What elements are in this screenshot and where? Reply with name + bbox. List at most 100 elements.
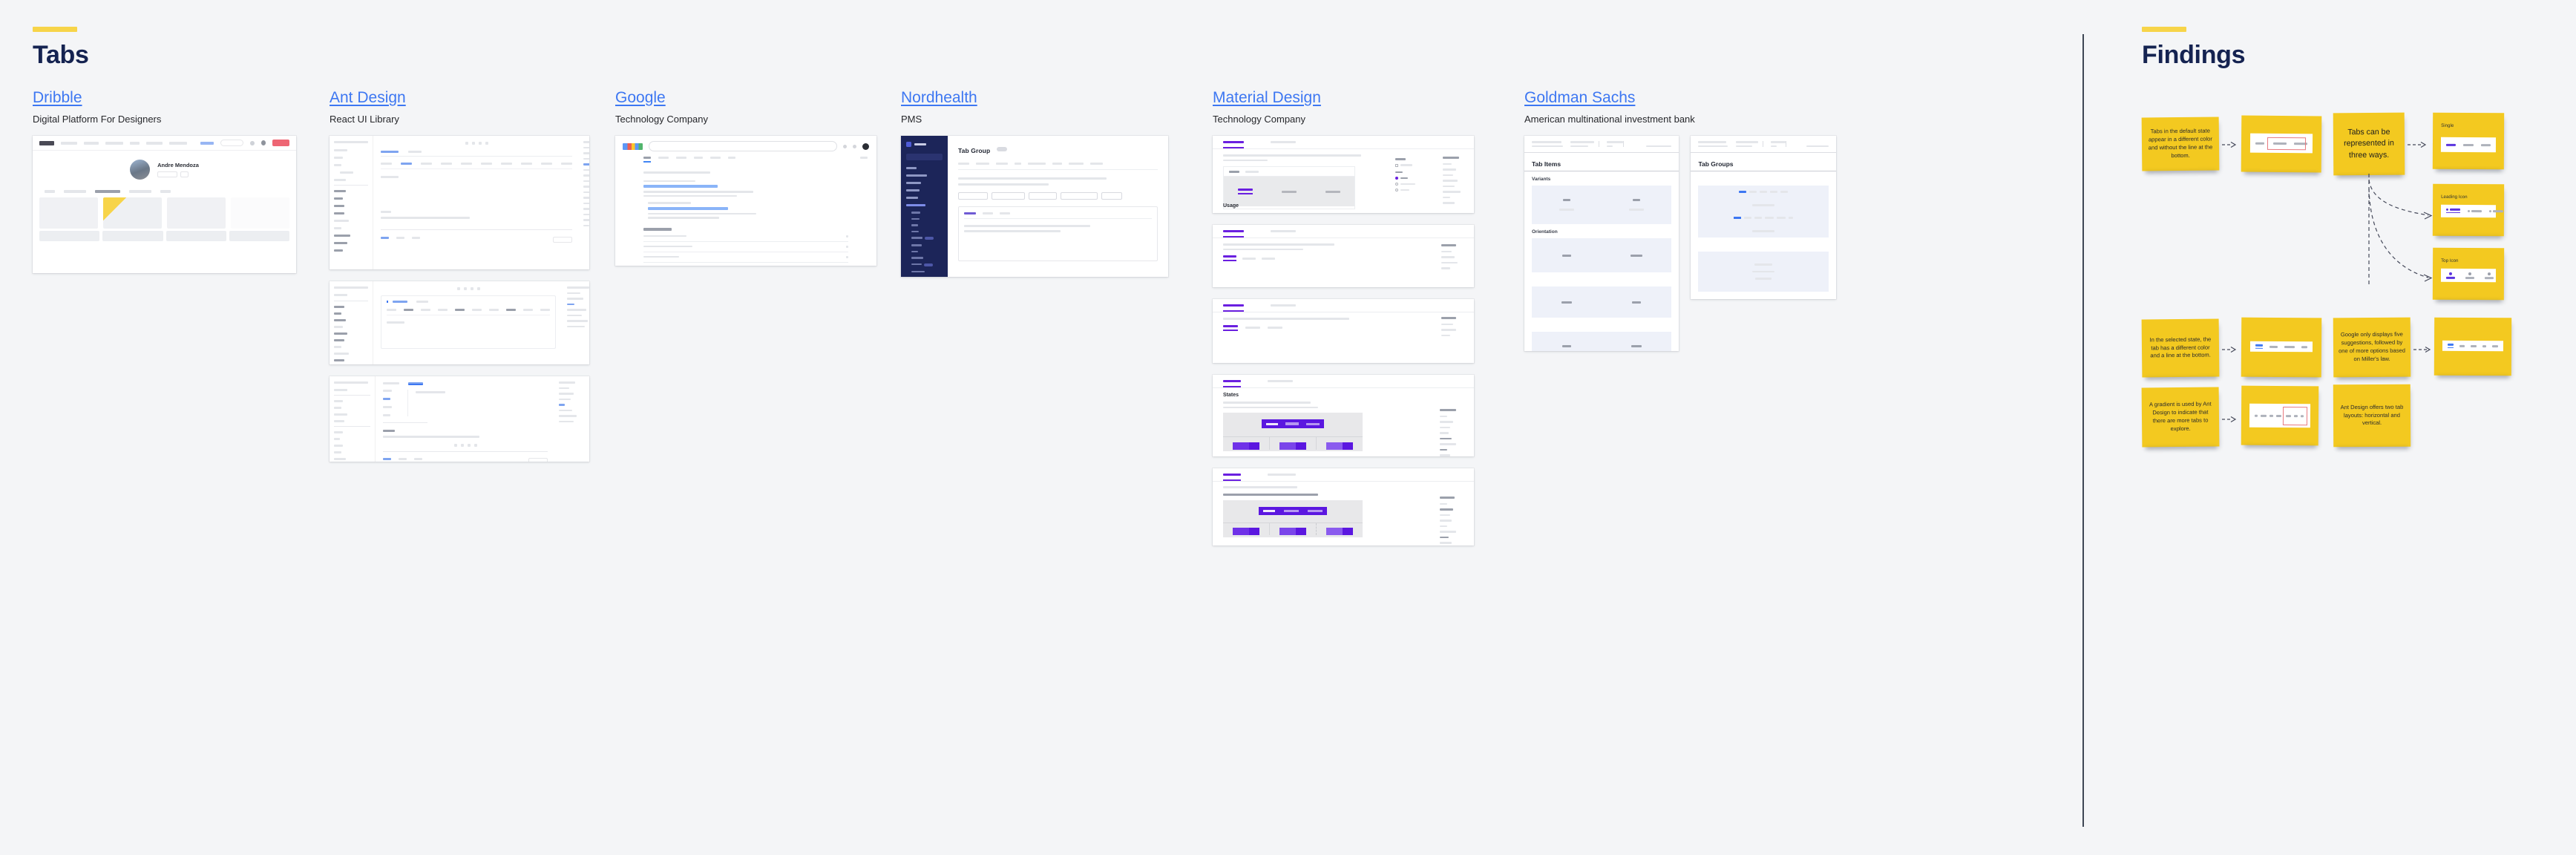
tab-example-selected: [2249, 341, 2313, 353]
material-doc-tabs[interactable]: [1213, 136, 1474, 149]
note-gradient[interactable]: A gradient is used by Ant Design to indi…: [2141, 387, 2220, 448]
link-nordhealth[interactable]: Nordhealth: [901, 89, 977, 107]
note-default-state-example[interactable]: [2241, 115, 2322, 173]
note-ant-layouts[interactable]: Ant Design offers two tab layouts: horiz…: [2333, 384, 2411, 448]
tab-example-gradient: [2249, 403, 2310, 428]
screenshot-list-goldman-sachs: Tab Items Variants Orientation Tab Group…: [1524, 136, 1836, 351]
material-props-panel: [1395, 158, 1429, 191]
screenshot-list-google: [615, 136, 901, 266]
note-miller-law-example[interactable]: [2434, 317, 2512, 376]
nordhealth-content: Tab Group: [948, 136, 1168, 277]
link-material-design[interactable]: Material Design: [1213, 89, 1321, 107]
column-ant-design: Ant Design React UI Library: [330, 89, 615, 546]
arrow-2: [2408, 141, 2428, 148]
screenshot-material-tabs-states-1[interactable]: States: [1213, 375, 1474, 456]
screenshot-ant-tabs-2[interactable]: [330, 281, 589, 364]
column-google: Google Technology Company: [615, 89, 901, 546]
screenshot-nordhealth-tab-group[interactable]: Tab Group: [901, 136, 1168, 277]
goldman-variants-label: Variants: [1532, 177, 1551, 182]
note-gradient-text: A gradient is used by Ant Design to indi…: [2149, 401, 2212, 432]
note-miller-law-text: Google only displays five suggestions, f…: [2339, 331, 2406, 362]
note-selected-state-text: In the selected state, the tab has a dif…: [2149, 335, 2212, 359]
material-tab-demo: [1223, 166, 1355, 209]
profile-name: Andre Mendoza: [157, 162, 199, 168]
ant-sidebar[interactable]: [330, 136, 373, 269]
screenshot-list-ant-design: [330, 136, 615, 462]
goldman-meta-header: [1524, 136, 1679, 153]
research-columns: Dribble Digital Platform For Designers A…: [33, 89, 1836, 546]
tab-example-default: [2249, 133, 2313, 154]
goldman-tab-groups-heading: Tab Groups: [1691, 160, 1836, 171]
google-search-bar[interactable]: [615, 136, 876, 157]
dribble-profile-body: Andre Mendoza: [33, 151, 296, 247]
note-selected-state[interactable]: In the selected state, the tab has a dif…: [2141, 318, 2220, 378]
screenshot-ant-tabs-3[interactable]: [330, 376, 589, 462]
note-ant-layouts-text: Ant Design offers two tab layouts: horiz…: [2340, 403, 2404, 427]
note-miller-law[interactable]: Google only displays five suggestions, f…: [2333, 317, 2411, 378]
page-title: Tabs: [33, 41, 89, 69]
screenshot-material-tabs-overview[interactable]: Usage: [1213, 136, 1474, 213]
note-selected-state-example[interactable]: [2241, 317, 2322, 378]
research-board: Tabs Dribble Digital Platform For Design…: [0, 0, 2576, 855]
note-gradient-example[interactable]: [2241, 385, 2319, 446]
highlight-box: [2267, 137, 2307, 151]
note-default-state[interactable]: Tabs in the default state appear in a di…: [2141, 117, 2220, 171]
screenshot-goldman-tab-groups[interactable]: Tab Groups: [1691, 136, 1836, 299]
nordhealth-sidebar[interactable]: [901, 136, 948, 277]
search-input[interactable]: [649, 141, 837, 151]
link-goldman-sachs[interactable]: Goldman Sachs: [1524, 89, 1635, 107]
goldman-variants-demo: [1532, 186, 1672, 224]
subtitle-dribble: Digital Platform For Designers: [33, 114, 162, 125]
nordhealth-demo-buttons[interactable]: [958, 192, 1158, 200]
status-badge: [996, 147, 1007, 151]
screenshot-material-tabs-2[interactable]: [1213, 225, 1474, 287]
arrow-5: [2222, 416, 2238, 423]
findings-section-header: Findings: [2142, 27, 2546, 70]
dribble-shot-grid: [33, 193, 296, 229]
goldman-orientation-label: Orientation: [1532, 229, 1558, 235]
tab-example-single: [2440, 137, 2497, 153]
note-top-icon-label: Top Icon: [2441, 258, 2459, 263]
ant-toc[interactable]: [580, 136, 589, 269]
screenshot-goldman-tab-items[interactable]: Tab Items Variants Orientation: [1524, 136, 1679, 351]
link-ant-design[interactable]: Ant Design: [330, 89, 406, 107]
screenshot-list-dribble: Andre Mendoza: [33, 136, 330, 273]
nordhealth-demo-pane: [958, 206, 1158, 261]
google-result-tabs[interactable]: [615, 157, 876, 163]
note-three-ways[interactable]: Tabs can be represented in three ways.: [2333, 112, 2405, 176]
link-dribble[interactable]: Dribble: [33, 89, 82, 107]
subtitle-material-design: Technology Company: [1213, 114, 1306, 125]
screenshot-dribble-profile[interactable]: Andre Mendoza: [33, 136, 296, 273]
arrow-3: [2222, 346, 2238, 353]
tab-example-leading-icon: [2440, 204, 2503, 217]
arrow-4: [2413, 346, 2433, 353]
screenshot-google-serp[interactable]: [615, 136, 876, 266]
dribbble-logo: [39, 140, 55, 145]
tab-example-top-icon: [2440, 268, 2497, 283]
subtitle-nordhealth: PMS: [901, 114, 922, 125]
screenshot-ant-tabs-1[interactable]: [330, 136, 589, 269]
note-leading-icon[interactable]: Leading Icon: [2432, 183, 2505, 237]
note-default-state-text: Tabs in the default state appear in a di…: [2148, 128, 2213, 159]
column-material-design: Material Design Technology Company Usage…: [1213, 89, 1524, 546]
column-goldman-sachs: Goldman Sachs American multinational inv…: [1524, 89, 1836, 546]
material-states-heading: States: [1223, 393, 1239, 398]
note-single-label: Single: [2441, 122, 2454, 128]
screenshot-list-material-design: Usage States: [1213, 136, 1524, 546]
note-leading-icon-label: Leading Icon: [2441, 194, 2468, 200]
column-dribble: Dribble Digital Platform For Designers A…: [33, 89, 330, 546]
arrow-1: [2222, 141, 2238, 148]
nordhealth-page-title: Tab Group: [958, 147, 991, 154]
avatar: [130, 160, 151, 180]
ant-content: [373, 136, 580, 269]
findings-notes: Tabs in the default state appear in a di…: [2141, 86, 2546, 606]
link-google[interactable]: Google: [615, 89, 666, 107]
note-top-icon[interactable]: Top Icon: [2432, 247, 2505, 301]
screenshot-material-tabs-3[interactable]: [1213, 299, 1474, 363]
note-three-ways-text: Tabs can be represented in three ways.: [2344, 127, 2394, 160]
subtitle-ant-design: React UI Library: [330, 114, 399, 125]
screenshot-material-tabs-states-2[interactable]: [1213, 468, 1474, 546]
note-single[interactable]: Single: [2432, 112, 2505, 170]
accent-bar: [33, 27, 77, 32]
screenshot-list-nordhealth: Tab Group: [901, 136, 1213, 277]
